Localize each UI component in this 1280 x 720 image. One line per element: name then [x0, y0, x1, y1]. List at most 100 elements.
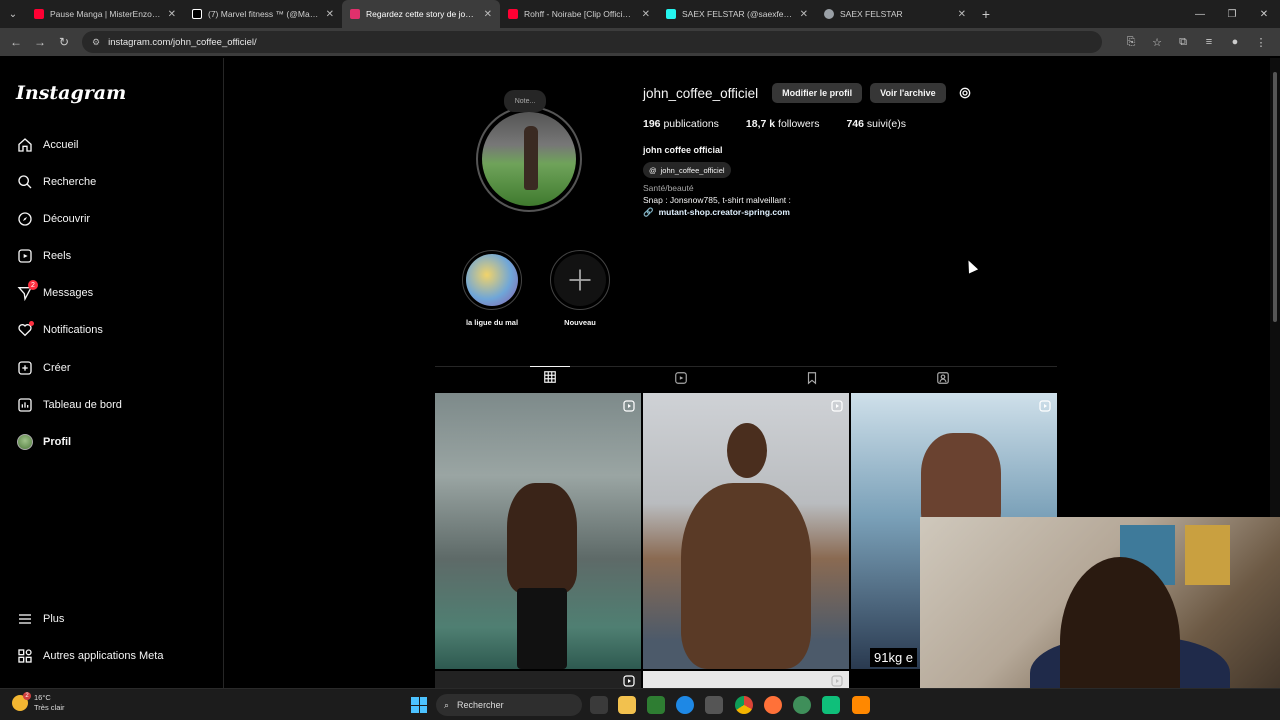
post-tile[interactable]: [435, 393, 641, 669]
maximize-icon[interactable]: ❐: [1216, 0, 1248, 28]
site-info-icon[interactable]: ⚙: [92, 37, 100, 48]
tab-posts[interactable]: [530, 366, 570, 392]
nav-creer[interactable]: Créer: [16, 356, 71, 380]
followers-count[interactable]: 18,7 k followers: [746, 118, 820, 130]
address-bar[interactable]: ⚙ instagram.com/john_coffee_officiel/: [82, 31, 1102, 53]
nav-accueil[interactable]: Accueil: [16, 133, 78, 157]
weather-text: 16°C Très clair: [34, 693, 65, 713]
reel-icon: [623, 399, 635, 412]
nav-profil[interactable]: Profil: [16, 430, 71, 454]
nav-label: Messages: [43, 287, 94, 299]
following-count[interactable]: 746 suivi(e)s: [846, 118, 906, 130]
compass-icon: [16, 210, 34, 228]
file-explorer-icon[interactable]: [618, 696, 636, 714]
tab-title: SAEX FELSTAR: [840, 9, 903, 19]
bookmark-star-icon[interactable]: ☆: [1144, 36, 1170, 49]
note-bubble[interactable]: Note...: [504, 90, 546, 112]
nav-messages[interactable]: 2 Messages: [16, 280, 94, 305]
tab-title: Rohff - Noirabe [Clip Officiel] -: [524, 9, 636, 19]
close-tab-icon[interactable]: ✕: [484, 9, 492, 20]
browser-tab-2[interactable]: (7) Marvel fitness ™ (@Marvel_ ✕: [184, 0, 342, 28]
extensions-icon[interactable]: ⧉: [1170, 36, 1196, 49]
highlight-la-ligue-du-mal[interactable]: la ligue du mal: [452, 250, 532, 327]
weather-temperature: 16°C: [34, 693, 51, 702]
browser-tab-6[interactable]: SAEX FELSTAR ✕: [816, 0, 974, 28]
scrollbar-thumb[interactable]: [1273, 72, 1277, 322]
windows-start-icon[interactable]: [411, 697, 427, 713]
xbox-icon[interactable]: [647, 696, 665, 714]
tab-search-icon[interactable]: ⌄: [0, 0, 26, 28]
nav-autres-applications-meta[interactable]: Autres applications Meta: [16, 644, 163, 668]
nav-plus[interactable]: Plus: [16, 607, 64, 631]
highlight-label: la ligue du mal: [465, 318, 519, 327]
close-tab-icon[interactable]: ✕: [326, 9, 334, 20]
chrome-icon[interactable]: [735, 696, 753, 714]
task-view-icon[interactable]: [590, 696, 608, 714]
close-tab-icon[interactable]: ✕: [958, 9, 966, 20]
install-app-icon[interactable]: ⎘: [1118, 36, 1144, 49]
close-tab-icon[interactable]: ✕: [800, 9, 808, 20]
window-controls: — ❐ ✕: [1184, 0, 1280, 28]
close-window-icon[interactable]: ✕: [1248, 0, 1280, 28]
minimize-icon[interactable]: —: [1184, 0, 1216, 28]
settings-gear-icon[interactable]: [954, 82, 976, 104]
threads-badge[interactable]: @ john_coffee_officiel: [643, 162, 731, 178]
taskbar-search[interactable]: ⌕ Rechercher: [436, 694, 582, 716]
vlc-icon[interactable]: [852, 696, 870, 714]
followers-label: followers: [778, 118, 820, 130]
profile-stats: 196 publications 18,7 k followers 746 su…: [643, 118, 933, 130]
nav-notifications[interactable]: Notifications: [16, 318, 103, 342]
profile-username: john_coffee_officiel: [643, 85, 759, 101]
nav-recherche[interactable]: Recherche: [16, 170, 96, 194]
youtube-favicon: [34, 9, 44, 19]
instagram-logo[interactable]: Instagram: [16, 82, 126, 104]
browser-tab-1[interactable]: Pause Manga | MisterEnzor - Yo ✕: [26, 0, 184, 28]
nav-tableau-de-bord[interactable]: Tableau de bord: [16, 393, 122, 417]
browser-tab-5[interactable]: SAEX FELSTAR (@saexfelstar) | T ✕: [658, 0, 816, 28]
highlight-nouveau[interactable]: Nouveau: [540, 250, 620, 327]
new-tab-icon[interactable]: +: [974, 6, 998, 22]
close-tab-icon[interactable]: ✕: [168, 9, 176, 20]
browser-tab-4[interactable]: Rohff - Noirabe [Clip Officiel] - ✕: [500, 0, 658, 28]
followers-value: 18,7 k: [745, 118, 776, 130]
firefox-icon[interactable]: [764, 696, 782, 714]
profile-header-row: john_coffee_officiel Modifier le profil …: [643, 82, 976, 104]
app-icon[interactable]: [822, 696, 840, 714]
browser-tab-3[interactable]: Regardez cette story de john co ✕: [342, 0, 500, 28]
nav-reels[interactable]: Reels: [16, 244, 71, 268]
nav-label: Créer: [43, 362, 71, 374]
nav-label: Tableau de bord: [43, 399, 122, 411]
post-tile[interactable]: [435, 671, 641, 689]
profile-link[interactable]: 🔗 mutant-shop.creator-spring.com: [643, 207, 790, 218]
reel-icon: [1039, 399, 1051, 412]
profile-icon[interactable]: ●: [1222, 36, 1248, 48]
tab-saved[interactable]: [792, 367, 832, 393]
media-controls-icon[interactable]: ≡: [1196, 36, 1222, 48]
tab-reels[interactable]: [661, 367, 701, 393]
browser-menu-icon[interactable]: ⋮: [1248, 36, 1274, 49]
posts-label: publications: [663, 118, 719, 130]
profile-picture[interactable]: [476, 106, 582, 212]
close-tab-icon[interactable]: ✕: [642, 9, 650, 20]
nav-label: Recherche: [43, 176, 97, 188]
search-icon: [16, 173, 34, 191]
tiktok-favicon: [666, 9, 676, 19]
post-tile[interactable]: [643, 671, 849, 689]
following-label: suivi(e)s: [866, 118, 907, 130]
view-archive-button[interactable]: Voir l'archive: [870, 83, 946, 103]
tab-tagged[interactable]: [923, 367, 963, 393]
edge-icon[interactable]: [676, 696, 694, 714]
microsoft-store-icon[interactable]: [705, 696, 723, 714]
post-tile[interactable]: [643, 393, 849, 669]
reload-icon[interactable]: ↻: [52, 35, 76, 49]
reel-icon: [831, 674, 843, 687]
home-icon: [16, 136, 34, 154]
forward-icon[interactable]: →: [28, 35, 52, 49]
weather-widget[interactable]: 2 16°C Très clair: [12, 692, 65, 713]
reels-icon: [674, 371, 688, 390]
edit-profile-button[interactable]: Modifier le profil: [772, 83, 863, 103]
post-caption-overlay: 91kg e: [870, 648, 918, 667]
app-icon[interactable]: [793, 696, 811, 714]
back-icon[interactable]: ←: [4, 35, 28, 49]
nav-decouvrir[interactable]: Découvrir: [16, 207, 90, 231]
